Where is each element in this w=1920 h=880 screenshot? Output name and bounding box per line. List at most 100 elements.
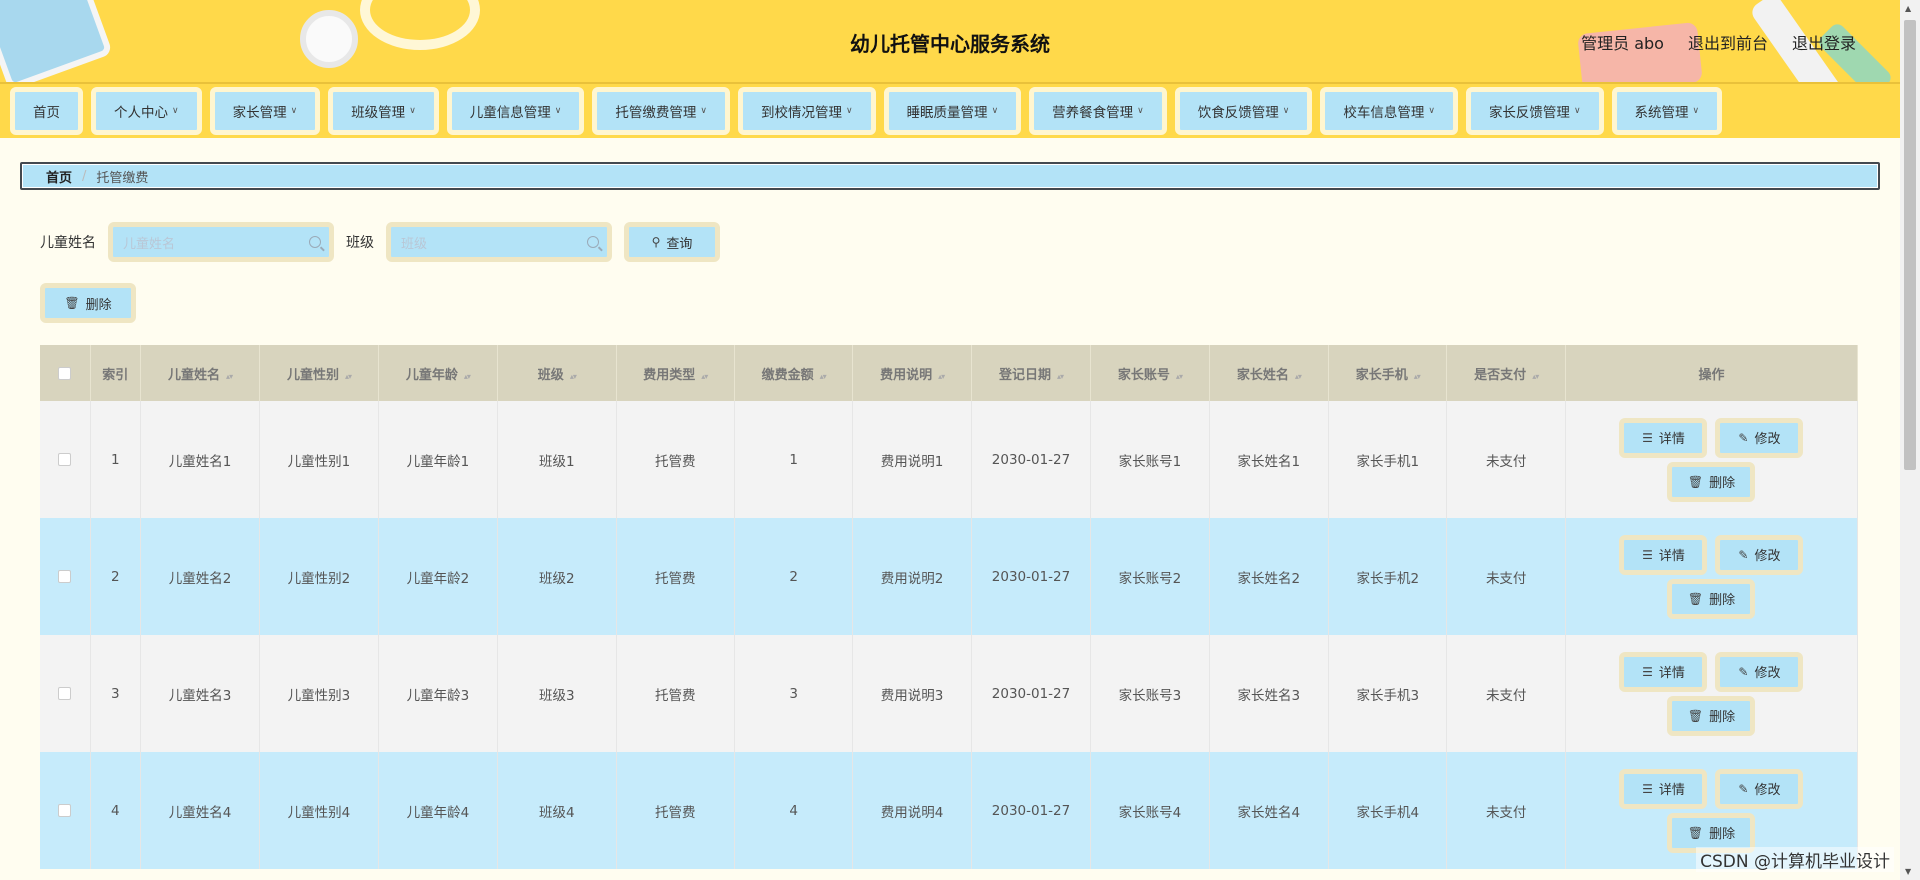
page-scrollbar[interactable]: ▲ ▼ [1900,0,1920,880]
nav-item-0[interactable]: 首页 [10,87,83,135]
breadcrumb-home[interactable]: 首页 [46,167,72,186]
nav-item-label: 家长管理 [232,105,287,121]
edit-icon: ✎ [1738,430,1749,445]
nav-item-12[interactable]: 系统管理 ∨ [1611,87,1723,135]
nav-item-11[interactable]: 家长反馈管理 ∨ [1465,87,1604,135]
nav-item-3[interactable]: 班级管理 ∨ [328,87,439,135]
chevron-down-icon: ∨ [172,106,179,116]
table-cell: 费用说明2 [852,518,972,635]
table-cell: 儿童性别3 [259,635,379,752]
nav-item-label: 系统管理 [1634,105,1689,121]
table-cell: 班级3 [497,635,617,752]
table-cell: 1 [90,401,141,518]
row-checkbox[interactable] [58,570,72,583]
select-all-checkbox[interactable] [58,366,72,380]
delete-button-label: 删除 [1709,476,1736,491]
detail-button[interactable]: ☰ 详情 [1619,651,1708,692]
child-name-input[interactable]: 儿童姓名 [108,222,334,262]
row-checkbox[interactable] [58,804,72,817]
table-cell: 费用说明1 [852,401,972,518]
row-actions-bottom: 🗑 删除 [1667,578,1756,619]
column-header-5[interactable]: 费用类型 ▴▾ [616,345,735,401]
edit-button[interactable]: ✎ 修改 [1715,417,1804,458]
column-header-label: 登记日期 [998,367,1051,383]
scroll-thumb[interactable] [1904,20,1916,470]
table-cell: 儿童姓名3 [140,635,261,752]
nav-item-1[interactable]: 个人中心 ∨ [91,87,202,135]
column-header-9[interactable]: 家长账号 ▴▾ [1090,345,1210,401]
scroll-down-icon[interactable]: ▼ [1905,867,1911,876]
nav-item-7[interactable]: 睡眠质量管理 ∨ [883,87,1022,135]
nav-item-label: 到校情况管理 [760,105,842,121]
column-header-label: 家长账号 [1117,367,1170,383]
column-header-10[interactable]: 家长姓名 ▴▾ [1209,345,1330,401]
sort-icon[interactable]: ▴▾ [226,372,233,381]
row-select-cell [40,635,91,752]
sort-icon[interactable]: ▴▾ [701,372,708,381]
column-header-7[interactable]: 费用说明 ▴▾ [852,345,972,401]
document-icon: ☰ [1642,781,1653,796]
nav-item-label: 校车信息管理 [1343,105,1425,121]
edit-button[interactable]: ✎ 修改 [1715,651,1804,692]
sort-icon[interactable]: ▴▾ [1532,372,1539,381]
edit-button[interactable]: ✎ 修改 [1715,534,1804,575]
table-cell: 托管费 [616,401,735,518]
delete-button[interactable]: 🗑 删除 [1667,461,1756,502]
sort-icon[interactable]: ▴▾ [1057,372,1064,381]
nav-item-10[interactable]: 校车信息管理 ∨ [1320,87,1458,135]
table-cell: 儿童姓名4 [140,752,261,869]
column-header-label: 操作 [1698,367,1725,383]
delete-button[interactable]: 🗑 删除 [1667,695,1756,736]
sort-icon[interactable]: ▴▾ [570,372,577,381]
column-header-3[interactable]: 儿童年龄 ▴▾ [378,345,499,401]
column-header-6[interactable]: 缴费金额 ▴▾ [734,345,854,401]
nav-item-4[interactable]: 儿童信息管理 ∨ [446,87,585,135]
detail-button-label: 详情 [1658,783,1685,798]
sort-icon[interactable]: ▴▾ [1295,372,1302,381]
column-header-8[interactable]: 登记日期 ▴▾ [971,345,1092,401]
sort-icon[interactable]: ▴▾ [1414,372,1421,381]
table-cell: 儿童年龄1 [378,401,499,518]
nav-item-label: 饮食反馈管理 [1197,105,1279,121]
select-all-cell [40,345,91,401]
to-front-link[interactable]: 退出到前台 [1688,30,1768,54]
main-nav: 首页 个人中心 ∨ 家长管理 ∨ 班级管理 ∨ 儿童信息管理 ∨ 托管缴费管理 ∨ 到校情况管理 ∨ 睡眠… [0,84,1900,138]
row-checkbox[interactable] [58,453,72,466]
edit-icon: ✎ [1738,781,1749,796]
column-header-2[interactable]: 儿童性别 ▴▾ [259,345,379,401]
batch-delete-button[interactable]: 🗑 删除 [40,283,136,323]
row-checkbox[interactable] [58,687,72,700]
logout-link[interactable]: 退出登录 [1792,30,1856,54]
edit-button-label: 修改 [1754,783,1781,798]
column-header-11[interactable]: 家长手机 ▴▾ [1328,345,1448,401]
query-button[interactable]: ⚲ 查询 [624,222,720,262]
detail-button[interactable]: ☰ 详情 [1619,534,1708,575]
class-input[interactable]: 班级 [386,222,612,262]
column-header-1[interactable]: 儿童姓名 ▴▾ [140,345,261,401]
detail-button[interactable]: ☰ 详情 [1619,417,1708,458]
search-icon [587,236,599,248]
column-header-12[interactable]: 是否支付 ▴▾ [1446,345,1566,401]
sort-icon[interactable]: ▴▾ [464,372,471,381]
nav-item-5[interactable]: 托管缴费管理 ∨ [592,87,730,135]
edit-button[interactable]: ✎ 修改 [1715,768,1804,809]
delete-button-label: 删除 [1709,593,1736,608]
sort-icon[interactable]: ▴▾ [345,372,352,381]
nav-item-6[interactable]: 到校情况管理 ∨ [737,87,876,135]
scroll-up-icon[interactable]: ▲ [1905,4,1911,13]
table-cell: 家长姓名4 [1209,752,1330,869]
sort-icon[interactable]: ▴▾ [1176,372,1183,381]
column-header-4[interactable]: 班级 ▴▾ [497,345,617,401]
detail-button[interactable]: ☰ 详情 [1619,768,1708,809]
row-actions: ☰ 详情 ✎ 修改 🗑 删除 [1566,768,1857,853]
column-header-label: 儿童姓名 [168,367,221,383]
chevron-down-icon: ∨ [290,106,298,116]
nav-item-8[interactable]: 营养餐食管理 ∨ [1029,87,1167,135]
delete-button[interactable]: 🗑 删除 [1667,578,1756,619]
nav-item-2[interactable]: 家长管理 ∨ [209,87,321,135]
table-row: 4 儿童姓名4 儿童性别4 儿童年龄4 班级4 托管费 4 费用说明4 2030-01-27 家长… [40,752,1859,869]
search-icon [309,236,321,248]
sort-icon[interactable]: ▴▾ [938,372,945,381]
nav-item-9[interactable]: 饮食反馈管理 ∨ [1174,87,1313,135]
sort-icon[interactable]: ▴▾ [820,372,827,381]
